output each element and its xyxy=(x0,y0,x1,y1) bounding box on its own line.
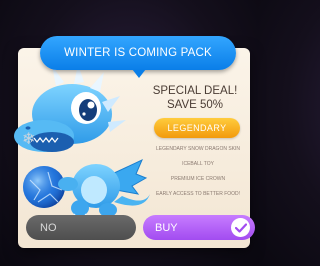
checkmark-icon xyxy=(231,218,250,237)
pack-title-banner: WINTER IS COMING PACK xyxy=(40,36,236,78)
list-item: EARLY ACCESS TO BETTER FOOD! xyxy=(155,191,241,197)
list-item: ICEBALL TOY xyxy=(182,161,214,167)
legendary-badge: LEGENDARY xyxy=(154,118,240,138)
buy-button-label: BUY xyxy=(155,221,178,234)
snowflake-icon: ❄ xyxy=(22,131,36,148)
pack-title: WINTER IS COMING PACK xyxy=(64,47,212,59)
no-button[interactable]: NO xyxy=(26,215,136,240)
pack-contents-list: LEGENDARY SNOW DRAGON SKIN ICEBALL TOY P… xyxy=(138,142,258,202)
list-item: LEGENDARY SNOW DRAGON SKIN xyxy=(156,146,240,152)
no-button-label: NO xyxy=(40,221,57,234)
discount-line: SAVE 50% xyxy=(166,99,224,111)
list-item: PREMIUM ICE CROWN xyxy=(170,176,226,182)
special-deal-line: SPECIAL DEAL! xyxy=(152,85,238,97)
buy-button[interactable]: BUY xyxy=(143,215,255,240)
special-deal-text: SPECIAL DEAL! SAVE 50% xyxy=(140,84,250,112)
